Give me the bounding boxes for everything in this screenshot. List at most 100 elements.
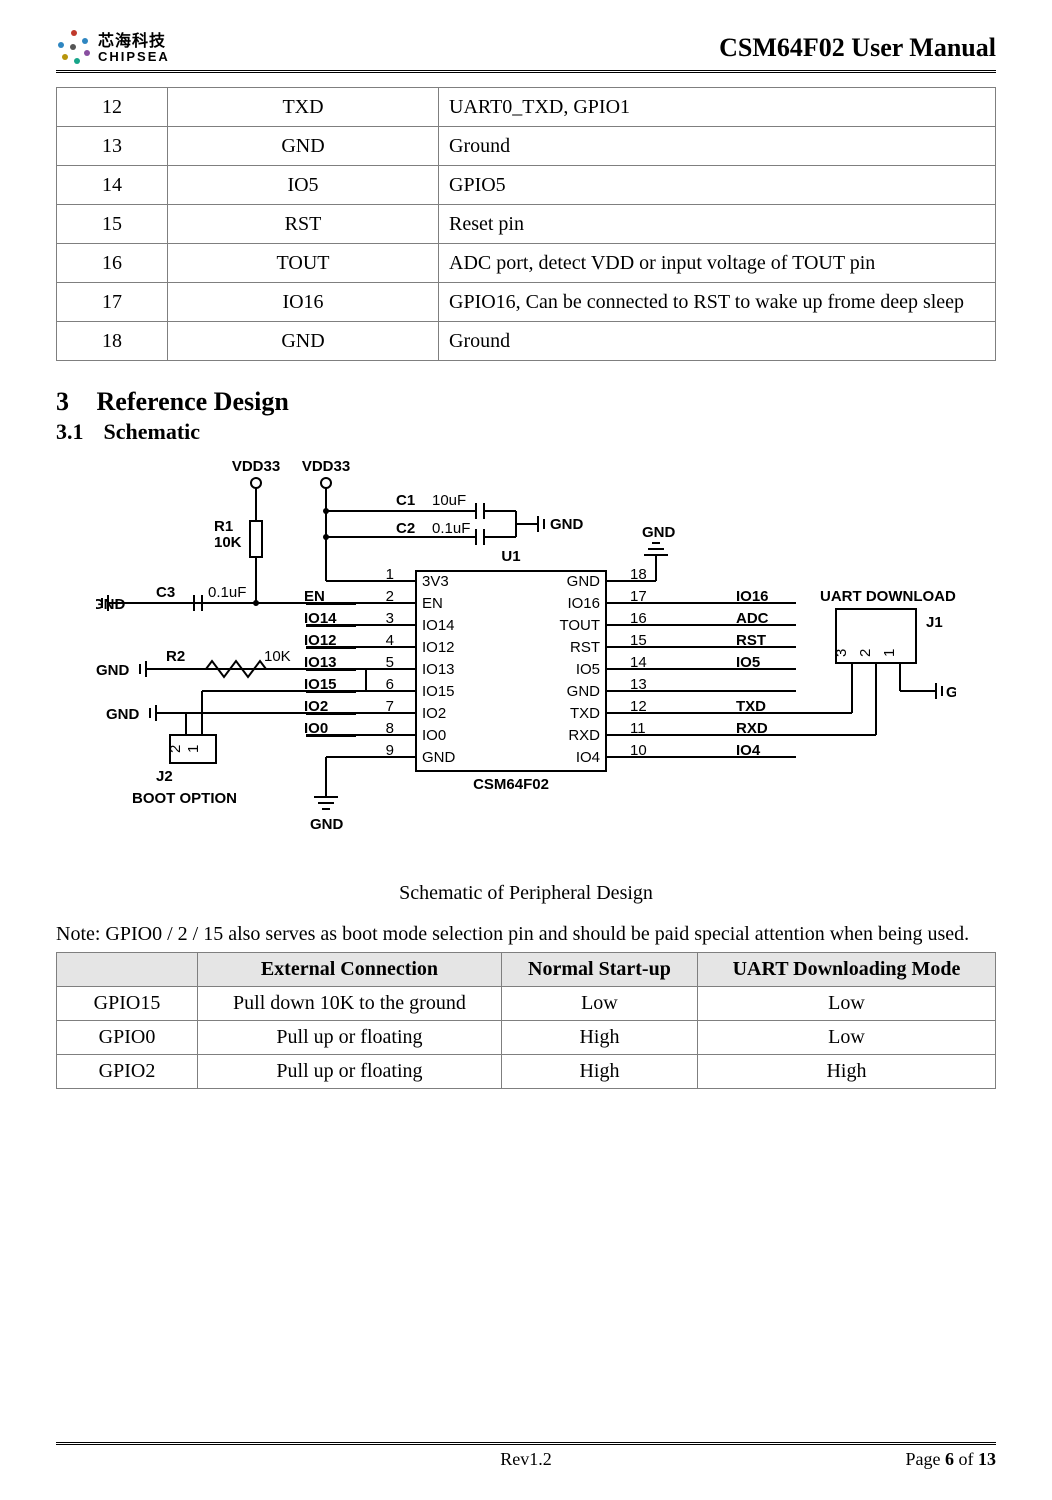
svg-text:C3: C3: [156, 584, 175, 601]
table-row: GPIO2Pull up or floatingHighHigh: [57, 1055, 996, 1089]
svg-text:GND: GND: [422, 749, 456, 766]
svg-text:IO4: IO4: [576, 749, 600, 766]
pin-desc: UART0_TXD, GPIO1: [439, 88, 996, 127]
pin-name: TOUT: [168, 244, 439, 283]
svg-text:10K: 10K: [214, 534, 242, 551]
pin-number: 17: [57, 283, 168, 322]
svg-text:EN: EN: [422, 595, 443, 612]
table-row: 13GNDGround: [57, 127, 996, 166]
pin-desc: Ground: [439, 322, 996, 361]
pin-name: GND: [168, 322, 439, 361]
svg-text:IO16: IO16: [736, 588, 769, 605]
mode-normal: High: [501, 1055, 697, 1089]
svg-text:C2: C2: [396, 520, 415, 537]
mode-normal: Low: [501, 987, 697, 1021]
table-row: GPIO15Pull down 10K to the groundLowLow: [57, 987, 996, 1021]
subsection-number: 3.1: [56, 419, 98, 445]
table-header: UART Downloading Mode: [697, 953, 995, 987]
svg-text:TXD: TXD: [570, 705, 600, 722]
table-header: [57, 953, 198, 987]
pin-number: 12: [57, 88, 168, 127]
svg-text:VDD33: VDD33: [302, 458, 350, 475]
mode-uart: Low: [697, 987, 995, 1021]
page-footer: Rev1.2 Page 6 of 13: [56, 1442, 996, 1470]
svg-text:IO12: IO12: [422, 639, 455, 656]
svg-text:1: 1: [185, 745, 202, 753]
svg-text:IO13: IO13: [422, 661, 455, 678]
logo-icon: [56, 30, 92, 66]
svg-text:GND: GND: [96, 596, 126, 613]
schematic-caption: Schematic of Peripheral Design: [56, 882, 996, 905]
table-row: 17IO16GPIO16, Can be connected to RST to…: [57, 283, 996, 322]
svg-text:3: 3: [833, 649, 850, 657]
mode-uart: Low: [697, 1021, 995, 1055]
svg-text:GND: GND: [310, 816, 344, 833]
subsection-title: Schematic: [104, 419, 201, 444]
svg-text:BOOT OPTION: BOOT OPTION: [132, 790, 237, 807]
mode-ext: Pull down 10K to the ground: [198, 987, 502, 1021]
table-row: 18GNDGround: [57, 322, 996, 361]
svg-text:GND: GND: [106, 706, 140, 723]
table-row: 16TOUTADC port, detect VDD or input volt…: [57, 244, 996, 283]
logo-text-cn: 芯海科技: [98, 34, 170, 50]
svg-text:J1: J1: [926, 614, 943, 631]
svg-text:IO5: IO5: [736, 654, 760, 671]
mode-normal: High: [501, 1021, 697, 1055]
boot-mode-table: External ConnectionNormal Start-upUART D…: [56, 952, 996, 1089]
svg-text:J2: J2: [156, 768, 173, 785]
mode-uart: High: [697, 1055, 995, 1089]
pin-number: 16: [57, 244, 168, 283]
svg-text:GND: GND: [642, 524, 676, 541]
table-header: External Connection: [198, 953, 502, 987]
pin-number: 18: [57, 322, 168, 361]
svg-text:1: 1: [881, 649, 898, 657]
svg-text:0.1uF: 0.1uF: [208, 584, 246, 601]
svg-text:UART DOWNLOAD: UART DOWNLOAD: [820, 588, 956, 605]
page-header: 芯海科技 CHIPSEA CSM64F02 User Manual: [56, 30, 996, 73]
mode-pin: GPIO2: [57, 1055, 198, 1089]
table-row: 12TXDUART0_TXD, GPIO1: [57, 88, 996, 127]
svg-text:IO14: IO14: [304, 610, 337, 627]
svg-text:TXD: TXD: [736, 698, 766, 715]
pin-name: IO16: [168, 283, 439, 322]
svg-text:RXD: RXD: [568, 727, 600, 744]
svg-text:IO0: IO0: [304, 720, 328, 737]
svg-text:2: 2: [857, 649, 874, 657]
pin-name: RST: [168, 205, 439, 244]
svg-text:2: 2: [167, 745, 184, 753]
svg-text:R1: R1: [214, 518, 233, 535]
svg-text:10uF: 10uF: [432, 492, 466, 509]
logo: 芯海科技 CHIPSEA: [56, 30, 170, 66]
svg-text:GND: GND: [96, 662, 130, 679]
svg-text:GND: GND: [567, 573, 601, 590]
pin-desc: GPIO5: [439, 166, 996, 205]
svg-text:RXD: RXD: [736, 720, 768, 737]
table-row: 15RSTReset pin: [57, 205, 996, 244]
logo-text-en: CHIPSEA: [98, 50, 170, 63]
pin-desc: Ground: [439, 127, 996, 166]
svg-text:IO14: IO14: [422, 617, 455, 634]
svg-text:IO2: IO2: [422, 705, 446, 722]
svg-text:RST: RST: [736, 632, 766, 649]
svg-text:IO15: IO15: [422, 683, 455, 700]
svg-text:VDD33: VDD33: [232, 458, 280, 475]
table-row: 14IO5GPIO5: [57, 166, 996, 205]
svg-text:IO16: IO16: [567, 595, 600, 612]
mode-pin: GPIO15: [57, 987, 198, 1021]
svg-text:GND: GND: [550, 516, 584, 533]
pin-name: GND: [168, 127, 439, 166]
pin-desc: Reset pin: [439, 205, 996, 244]
pin-name: TXD: [168, 88, 439, 127]
svg-text:C1: C1: [396, 492, 415, 509]
svg-text:U1: U1: [501, 548, 520, 565]
svg-text:IO0: IO0: [422, 727, 446, 744]
svg-text:GND: GND: [567, 683, 601, 700]
pin-desc: GPIO16, Can be connected to RST to wake …: [439, 283, 996, 322]
svg-text:10K: 10K: [264, 648, 291, 665]
subsection-heading: 3.1 Schematic: [56, 419, 996, 445]
footer-rev: Rev1.2: [56, 1449, 996, 1470]
pin-number: 14: [57, 166, 168, 205]
mode-ext: Pull up or floating: [198, 1055, 502, 1089]
svg-text:0.1uF: 0.1uF: [432, 520, 470, 537]
table-header: Normal Start-up: [501, 953, 697, 987]
